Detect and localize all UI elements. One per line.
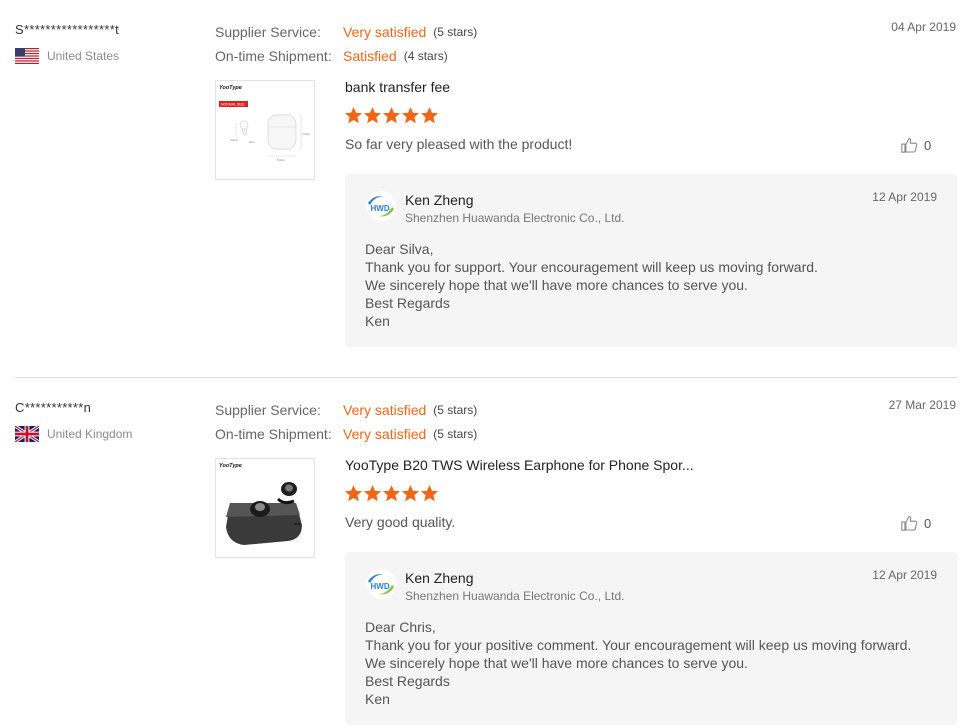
star-icon: [382, 485, 401, 502]
shipment-rating: On-time Shipment: Satisfied (4 stars): [215, 44, 477, 68]
dim-label: 3cm: [249, 140, 255, 144]
reply-line: Thank you for your positive comment. You…: [365, 637, 912, 653]
helpful-count: 0: [924, 515, 932, 531]
rating-label: On-time Shipment:: [215, 48, 332, 64]
rating-stars-count: (5 stars): [433, 25, 478, 39]
seller-reply: HWD Ken Zheng Shenzhen Huawanda Electron…: [345, 174, 957, 347]
seller-company: Shenzhen Huawanda Electronic Co., Ltd.: [405, 589, 625, 603]
seller-name: Ken Zheng: [405, 570, 474, 586]
thumbs-up-icon: [901, 515, 918, 531]
reply-line: Dear Chris,: [365, 619, 436, 635]
star-icon: [363, 107, 382, 124]
supplier-service-rating: Supplier Service: Very satisfied (5 star…: [215, 398, 477, 422]
review-divider: [15, 377, 957, 378]
reviewer-name: S*****************t: [15, 22, 119, 37]
logo-text: HWD: [371, 204, 390, 213]
product-star-rating: [344, 484, 439, 503]
rating-label: On-time Shipment:: [215, 426, 332, 442]
reply-line: We sincerely hope that we'll have more c…: [365, 277, 748, 293]
rating-value: Very satisfied: [343, 24, 427, 40]
rating-value: Very satisfied: [343, 426, 427, 442]
reviewer-country: United Kingdom: [15, 426, 132, 442]
thumb-brand: YooType: [219, 463, 242, 469]
seller-logo-icon: HWD: [366, 569, 396, 599]
seller-ratings: Supplier Service: Very satisfied (5 star…: [215, 398, 477, 446]
supplier-service-rating: Supplier Service: Very satisfied (5 star…: [215, 20, 477, 44]
seller-ratings: Supplier Service: Very satisfied (5 star…: [215, 20, 477, 68]
us-flag-icon: [15, 48, 39, 64]
reply-message: Dear Chris, Thank you for your positive …: [365, 618, 911, 708]
reply-line: Ken: [365, 691, 390, 707]
review-date: 04 Apr 2019: [891, 20, 956, 34]
seller-reply: HWD Ken Zheng Shenzhen Huawanda Electron…: [345, 552, 957, 725]
reply-line: Dear Silva,: [365, 241, 434, 257]
uk-flag-icon: [15, 426, 39, 442]
reviewer-name: C***********n: [15, 400, 92, 415]
rating-stars-count: (4 stars): [403, 49, 448, 63]
star-icon: [420, 107, 439, 124]
review-feedback: So far very pleased with the product!: [345, 136, 573, 152]
reply-date: 12 Apr 2019: [872, 190, 937, 204]
product-title[interactable]: YooType B20 TWS Wireless Earphone for Ph…: [345, 457, 694, 473]
product-thumbnail[interactable]: YooType: [215, 458, 315, 558]
reply-date: 12 Apr 2019: [872, 568, 937, 582]
thumbs-up-icon: [901, 137, 918, 153]
review-feedback: Very good quality.: [345, 514, 456, 530]
rating-stars-count: (5 stars): [433, 403, 478, 417]
review-date: 27 Mar 2019: [888, 398, 956, 412]
helpful-count: 0: [924, 137, 932, 153]
star-icon: [420, 485, 439, 502]
rating-label: Supplier Service:: [215, 24, 321, 40]
dim-label: 5.0cm: [277, 158, 286, 162]
star-icon: [363, 485, 382, 502]
dim-label: 4.6cm: [230, 138, 239, 142]
rating-value: Satisfied: [343, 48, 397, 64]
reply-line: Best Regards: [365, 673, 450, 689]
shipment-rating: On-time Shipment: Very satisfied (5 star…: [215, 422, 477, 446]
helpful-button[interactable]: 0: [900, 136, 931, 154]
country-name: United Kingdom: [47, 427, 133, 441]
rating-value: Very satisfied: [343, 402, 427, 418]
star-icon: [382, 107, 401, 124]
country-name: United States: [47, 49, 120, 63]
seller-name: Ken Zheng: [405, 192, 474, 208]
star-icon: [401, 107, 420, 124]
star-icon: [401, 485, 420, 502]
rating-stars-count: (5 stars): [433, 427, 478, 441]
product-title[interactable]: bank transfer fee: [345, 79, 450, 95]
seller-company: Shenzhen Huawanda Electronic Co., Ltd.: [405, 211, 625, 225]
thumb-badge: NORMAL SIZE: [221, 103, 245, 107]
reply-message: Dear Silva, Thank you for support. Your …: [365, 240, 818, 330]
rating-label: Supplier Service:: [215, 402, 321, 418]
reply-line: Ken: [365, 313, 390, 329]
seller-logo-icon: HWD: [366, 191, 396, 221]
star-icon: [344, 107, 363, 124]
reply-line: Thank you for support. Your encouragemen…: [365, 259, 818, 275]
logo-text: HWD: [371, 582, 390, 591]
reviewer-country: United States: [15, 48, 119, 64]
reply-line: We sincerely hope that we'll have more c…: [365, 655, 748, 671]
star-icon: [344, 485, 363, 502]
earphones-product-image: YooType NORMAL SIZE 4.6cm 3cm 5.0cm 7.0c…: [216, 81, 314, 179]
product-thumbnail[interactable]: YooType NORMAL SIZE 4.6cm 3cm 5.0cm 7.0c…: [215, 80, 315, 180]
helpful-button[interactable]: 0: [900, 514, 931, 532]
dim-label: 7.0cm: [302, 132, 311, 136]
thumb-brand: YooType: [219, 85, 242, 91]
earbuds-case-product-image: YooType: [216, 459, 314, 557]
product-star-rating: [344, 106, 439, 125]
reply-line: Best Regards: [365, 295, 450, 311]
